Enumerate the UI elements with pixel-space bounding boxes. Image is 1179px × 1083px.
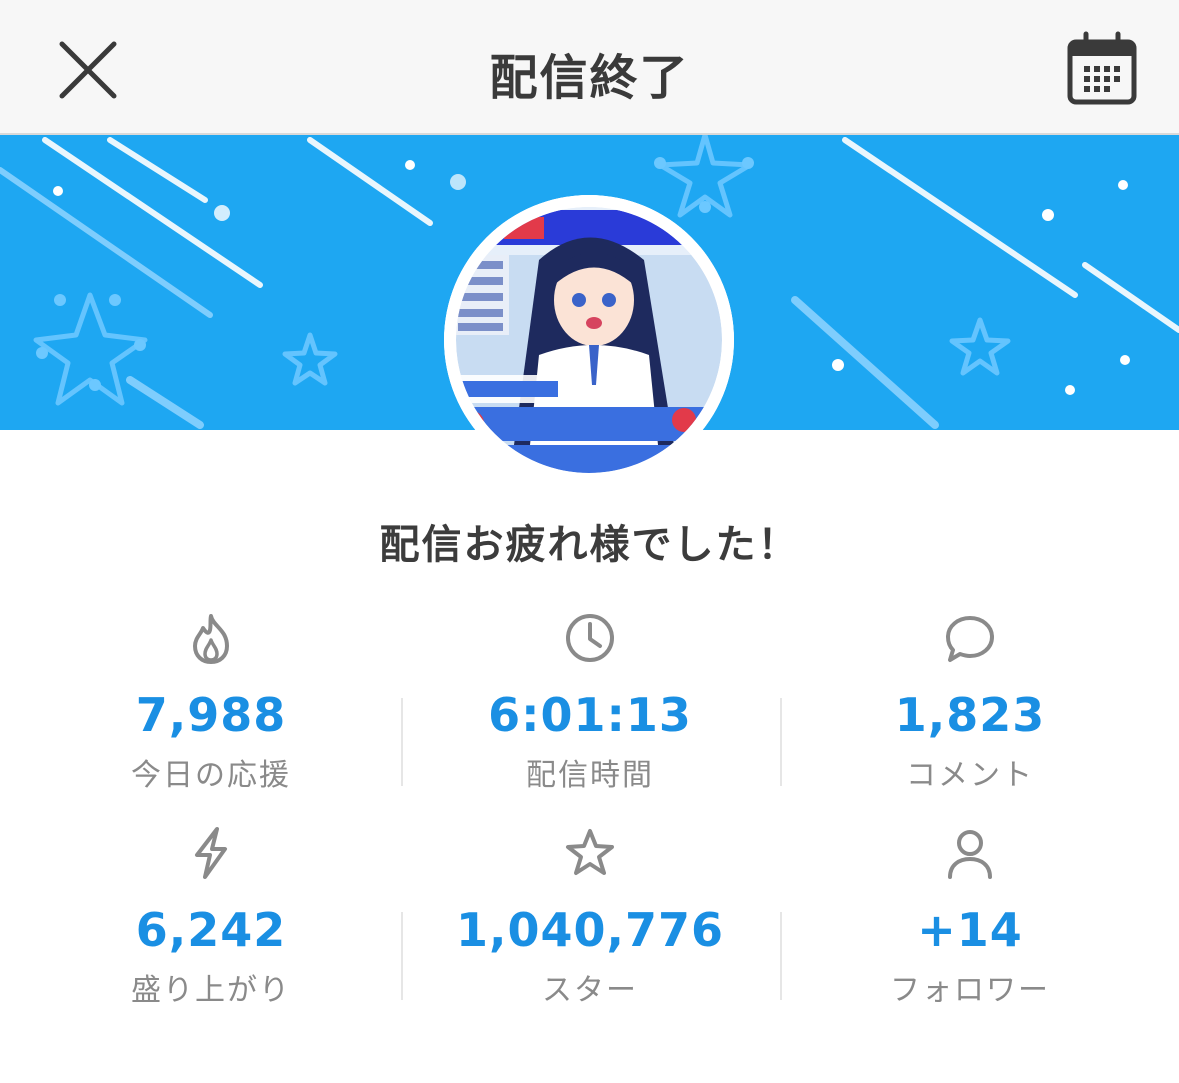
star-icon [566, 829, 614, 875]
lightning-icon [195, 827, 227, 879]
stat-value: 7,988 [135, 688, 287, 742]
clock-icon [566, 614, 614, 662]
completion-message: 配信お疲れ様でした！ [379, 522, 800, 568]
stat-label: 今日の応援 [131, 758, 291, 793]
calendar-icon [1067, 31, 1137, 105]
flame-icon [193, 614, 229, 664]
stat-stars: 1,040,776 スター [400, 815, 780, 1015]
stat-excitement: 6,242 盛り上がり [21, 815, 401, 1015]
divider [780, 912, 782, 1000]
stat-value: +14 [917, 903, 1023, 957]
stat-value: 1,040,776 [456, 903, 724, 957]
stat-comments: 1,823 コメント [780, 600, 1160, 800]
stat-label: 盛り上がり [131, 973, 291, 1008]
stat-label: フォロワー [890, 973, 1050, 1008]
stat-followers: +14 フォロワー [780, 815, 1160, 1015]
stat-value: 1,823 [894, 688, 1046, 742]
stat-label: スター [542, 973, 638, 1008]
divider [401, 698, 403, 786]
stream-thumbnail-image [444, 195, 734, 485]
divider [780, 698, 782, 786]
stat-value: 6,242 [135, 903, 287, 957]
header-bar: 配信終了 [0, 0, 1179, 135]
person-icon [948, 830, 992, 879]
stat-support: 7,988 今日の応援 [21, 600, 401, 800]
stat-value: 6:01:13 [488, 688, 692, 742]
stat-label: 配信時間 [526, 758, 654, 793]
stream-thumbnail [444, 195, 734, 485]
divider [401, 912, 403, 1000]
page-title: 配信終了 [489, 50, 690, 106]
stat-duration: 6:01:13 配信時間 [400, 600, 780, 800]
calendar-button[interactable] [1060, 28, 1144, 112]
stat-label: コメント [906, 758, 1034, 793]
comment-icon [946, 616, 994, 662]
